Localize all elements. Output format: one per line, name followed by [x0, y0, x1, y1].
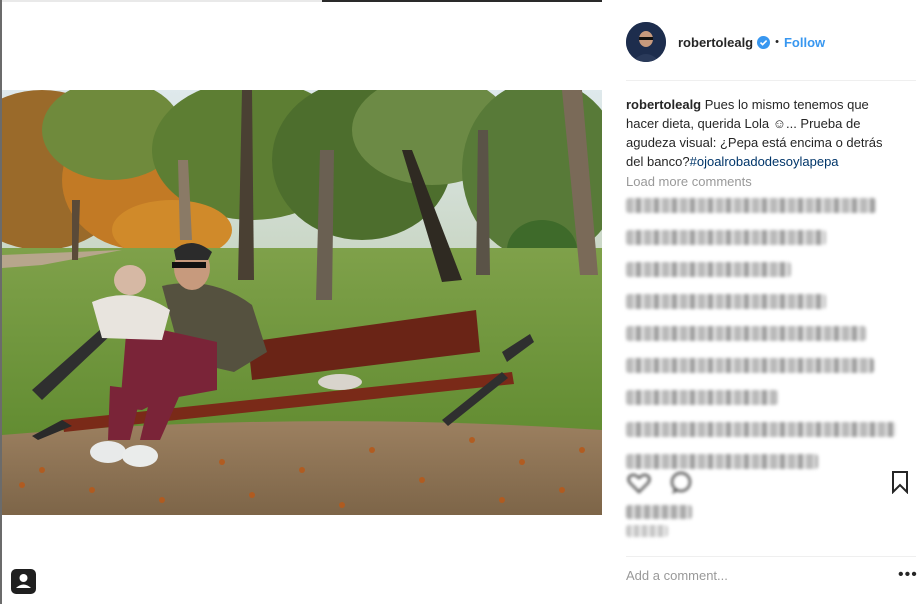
user-tag-icon[interactable] — [11, 569, 36, 594]
comment-item — [626, 358, 874, 373]
follow-button[interactable]: Follow — [784, 35, 825, 50]
top-strip-dark — [322, 0, 614, 2]
header-username[interactable]: robertolealg — [678, 35, 753, 50]
comment-item — [626, 454, 818, 469]
verified-badge-icon — [757, 35, 771, 49]
caption-hashtag[interactable]: #ojoalrobadodesoylapepa — [690, 154, 839, 169]
comment-item — [626, 326, 866, 341]
comment-item — [626, 294, 826, 309]
load-more-comments-button[interactable]: Load more comments — [626, 174, 752, 189]
avatar[interactable] — [626, 22, 666, 62]
comments-list — [626, 198, 906, 486]
photo-scene — [2, 90, 602, 515]
comment-icon[interactable] — [668, 470, 694, 496]
header-divider — [626, 80, 916, 81]
comment-item — [626, 262, 791, 277]
comment-divider — [626, 556, 916, 557]
post-timestamp — [626, 525, 668, 537]
post-caption: robertolealg Pues lo mismo tenemos que h… — [626, 95, 898, 171]
comment-item — [626, 198, 876, 213]
header-separator: • — [775, 36, 779, 48]
add-comment-input[interactable] — [626, 568, 886, 583]
post-actions — [626, 470, 916, 498]
bookmark-icon[interactable] — [890, 470, 910, 494]
caption-username[interactable]: robertolealg — [626, 97, 701, 112]
user-tag-glyph — [16, 574, 31, 588]
heart-icon[interactable] — [626, 470, 652, 496]
avatar-image — [626, 22, 666, 62]
post-photo[interactable] — [2, 90, 602, 515]
likes-count — [626, 505, 692, 519]
comment-item — [626, 422, 896, 437]
post-panel: robertolealg • Follow robertolealg Pues … — [602, 0, 920, 604]
post-header: robertolealg • Follow — [626, 21, 916, 63]
comment-item — [626, 230, 826, 245]
comment-item — [626, 390, 778, 405]
more-options-icon[interactable]: ••• — [898, 567, 918, 583]
